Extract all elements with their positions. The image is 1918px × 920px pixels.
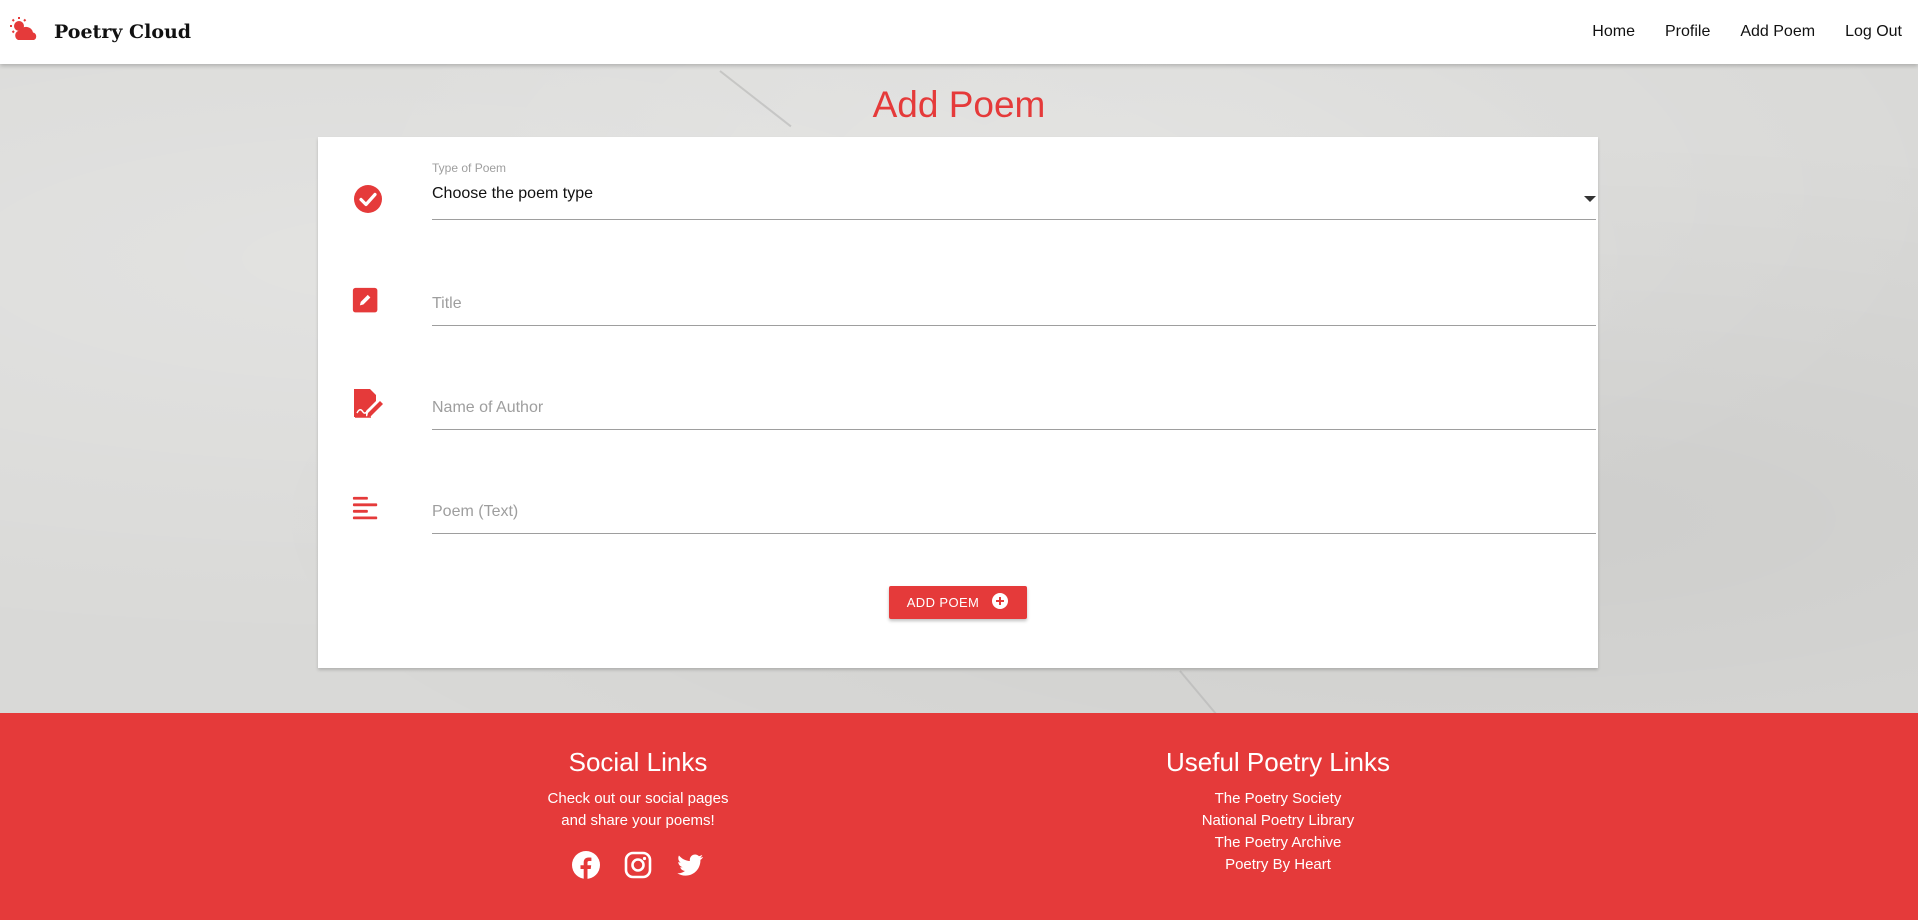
nav-profile[interactable]: Profile — [1665, 23, 1710, 41]
nav-links: Home Profile Add Poem Log Out — [1562, 23, 1902, 41]
twitter-icon[interactable] — [675, 850, 705, 880]
poem-type-label: Type of Poem — [432, 161, 507, 175]
title-underline — [432, 325, 1596, 326]
instagram-icon[interactable] — [623, 850, 653, 880]
nav-log-out[interactable]: Log Out — [1845, 23, 1902, 41]
add-poem-button[interactable]: ADD POEM — [889, 586, 1027, 619]
add-poem-form: Type of Poem Choose the poem type Title … — [318, 137, 1598, 668]
title-field[interactable]: Title — [352, 287, 1596, 327]
title-placeholder: Title — [432, 295, 462, 312]
link-national-poetry-library[interactable]: National Poetry Library — [1128, 810, 1428, 832]
useful-links-heading: Useful Poetry Links — [1166, 747, 1390, 777]
brand-name: Poetry Cloud — [54, 21, 192, 43]
select-underline — [432, 219, 1596, 220]
nav-add-poem[interactable]: Add Poem — [1740, 23, 1815, 41]
author-underline — [432, 429, 1596, 430]
dropdown-arrow-icon — [1584, 196, 1596, 202]
footer: Social Links Check out our social pages … — [0, 713, 1918, 920]
sun-cloud-icon — [8, 16, 40, 49]
social-text-line-1: Check out our social pages — [547, 790, 729, 807]
plus-circle-icon — [979, 592, 1009, 613]
social-links-section: Social Links Check out our social pages … — [488, 713, 788, 880]
poem-text-placeholder: Poem (Text) — [432, 503, 519, 520]
align-left-icon — [352, 495, 384, 527]
poem-text-field[interactable]: Poem (Text) — [352, 495, 1596, 535]
nav-home[interactable]: Home — [1592, 23, 1635, 41]
brand[interactable]: Poetry Cloud — [8, 16, 191, 49]
pencil-icon — [352, 287, 384, 319]
social-text-line-2: and share your poems! — [561, 812, 715, 829]
author-field[interactable]: Name of Author — [352, 389, 1596, 431]
page-title: Add Poem — [872, 84, 1046, 125]
poem-text-underline — [432, 533, 1596, 534]
author-placeholder: Name of Author — [432, 399, 544, 416]
check-circle-icon — [352, 183, 384, 215]
social-heading: Social Links — [568, 747, 708, 777]
facebook-icon[interactable] — [571, 850, 601, 880]
poem-type-select[interactable]: Type of Poem Choose the poem type — [352, 161, 1596, 221]
file-signature-icon — [352, 387, 384, 419]
useful-links-section: Useful Poetry Links The Poetry Society N… — [1128, 713, 1428, 876]
navbar: Poetry Cloud Home Profile Add Poem Log O… — [0, 0, 1918, 64]
link-poetry-by-heart[interactable]: Poetry By Heart — [1128, 854, 1428, 876]
link-poetry-society[interactable]: The Poetry Society — [1128, 788, 1428, 810]
add-poem-button-label: ADD POEM — [906, 595, 980, 610]
social-icons — [488, 850, 788, 880]
link-poetry-archive[interactable]: The Poetry Archive — [1128, 832, 1428, 854]
poem-type-value: Choose the poem type — [432, 185, 593, 202]
